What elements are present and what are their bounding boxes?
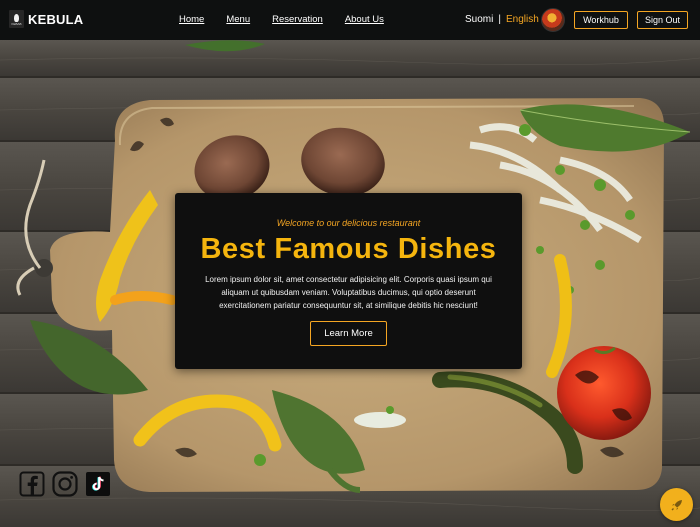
- social-links: [19, 471, 118, 497]
- hero-card: Welcome to our delicious restaurant Best…: [175, 193, 522, 369]
- top-navbar: KEBAB KEBULA Home Menu Reservation About…: [0, 0, 700, 40]
- brand-logo[interactable]: KEBAB KEBULA: [9, 10, 83, 28]
- language-option-suomi[interactable]: Suomi: [465, 14, 493, 25]
- main-nav: Home Menu Reservation About Us: [179, 14, 406, 25]
- hero-subtitle: Welcome to our delicious restaurant: [276, 218, 421, 228]
- user-avatar[interactable]: [541, 8, 565, 32]
- hero-title: Best Famous Dishes: [200, 233, 497, 265]
- nav-link-menu[interactable]: Menu: [226, 14, 250, 25]
- learn-more-button[interactable]: Learn More: [310, 321, 387, 346]
- scroll-action-button[interactable]: [660, 488, 693, 521]
- brand-name: KEBULA: [28, 11, 84, 27]
- rocket-icon: [671, 499, 682, 510]
- sign-out-button[interactable]: Sign Out: [637, 11, 688, 29]
- facebook-icon[interactable]: [19, 471, 45, 497]
- hero-description: Lorem ipsum dolor sit, amet consectetur …: [205, 275, 492, 310]
- tiktok-icon[interactable]: [85, 471, 111, 497]
- language-separator: |: [498, 14, 501, 25]
- nav-link-home[interactable]: Home: [179, 14, 204, 25]
- nav-link-reservation[interactable]: Reservation: [272, 14, 323, 25]
- nav-link-about-us[interactable]: About Us: [345, 14, 384, 25]
- language-option-english[interactable]: English: [506, 14, 539, 25]
- instagram-icon[interactable]: [52, 471, 78, 497]
- language-switcher: Suomi | English: [465, 14, 539, 25]
- workhub-button[interactable]: Workhub: [574, 11, 628, 29]
- kebab-logo-icon: KEBAB: [9, 10, 24, 28]
